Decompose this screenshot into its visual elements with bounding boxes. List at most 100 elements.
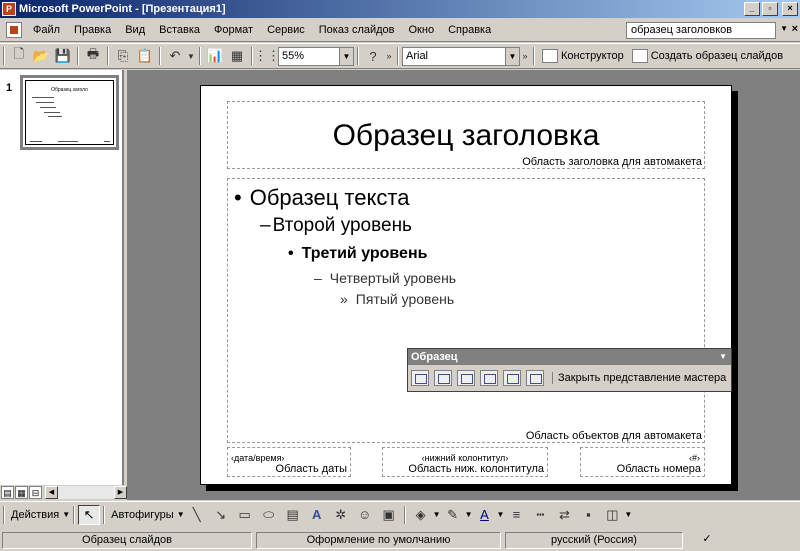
fill-color-icon[interactable]: ◈ [411, 506, 431, 524]
line-color-icon[interactable]: ✎ [443, 506, 463, 524]
font-color-dropdown-icon[interactable]: ▼ [496, 510, 504, 519]
clipart-icon[interactable]: ☺ [355, 506, 375, 524]
spelling-check-icon[interactable]: ✓ [687, 532, 727, 549]
menu-help[interactable]: Справка [441, 24, 498, 36]
help-question-input[interactable]: образец заголовков [626, 22, 776, 39]
slide-thumbnail[interactable]: Образец заголо [20, 75, 119, 150]
font-dropdown-icon[interactable]: ▼ [505, 47, 519, 65]
normal-view-icon[interactable]: ▤ [1, 486, 14, 499]
view-buttons-bar: ▤ ▦ ⊟ ◀ ▶ [0, 485, 127, 500]
picture-icon[interactable]: ▣ [379, 506, 399, 524]
textbox-icon[interactable]: ▤ [283, 506, 303, 524]
copy-icon[interactable]: ⎘ [113, 46, 133, 66]
slide-number-placeholder[interactable]: ‹#› Область номера [580, 447, 705, 477]
arrow-icon[interactable]: ↘ [211, 506, 231, 524]
separator [357, 47, 359, 65]
rectangle-icon[interactable]: ▭ [235, 506, 255, 524]
undo-icon[interactable]: ↶ [165, 46, 185, 66]
insert-table-icon[interactable]: ▦ [227, 46, 247, 66]
menu-file[interactable]: Файл [26, 24, 67, 36]
print-icon[interactable]: 🖶 [83, 46, 103, 66]
oval-icon[interactable]: ⬭ [259, 506, 279, 524]
arrow-style-icon[interactable]: ⇄ [554, 506, 574, 524]
menu-format[interactable]: Формат [207, 24, 260, 36]
text-level-4[interactable]: – Четвертый уровень [314, 270, 456, 286]
menu-edit[interactable]: Правка [67, 24, 118, 36]
autoshapes-menu[interactable]: Автофигуры [111, 509, 174, 521]
body-placeholder[interactable]: • Образец текста – Второй уровень • Третий … [227, 178, 705, 443]
fill-color-dropdown-icon[interactable]: ▼ [433, 510, 441, 519]
text-level-1[interactable]: • Образец текста [234, 185, 409, 211]
undo-dropdown-icon[interactable]: ▼ [187, 46, 195, 66]
slide-title[interactable]: Образец заголовка [228, 119, 704, 153]
create-slide-master-button[interactable]: Создать образец слайдов [631, 49, 783, 63]
actions-dropdown-icon[interactable]: ▼ [62, 510, 70, 519]
menu-slideshow[interactable]: Показ слайдов [312, 24, 402, 36]
scroll-left-icon[interactable]: ◀ [45, 486, 58, 499]
status-design[interactable]: Оформление по умолчанию [256, 531, 501, 549]
toolbar-more-icon[interactable]: » [521, 46, 529, 66]
thumbnail-footer-line [104, 141, 110, 142]
footer-placeholder[interactable]: ‹нижний колонтитул› Область ниж. колонти… [382, 447, 548, 477]
close-button[interactable]: × [782, 2, 798, 16]
line-icon[interactable]: ╲ [187, 506, 207, 524]
date-placeholder[interactable]: ‹дата/время› Область даты [227, 447, 351, 477]
actions-menu[interactable]: Действия [11, 509, 59, 521]
wordart-icon[interactable]: A [307, 506, 327, 524]
text-level-5[interactable]: » Пятый уровень [340, 291, 454, 307]
master-toolbar-title-bar[interactable]: Образец ▼ [408, 349, 731, 365]
font-color-icon[interactable]: A [474, 506, 494, 524]
designer-button[interactable]: Конструктор [542, 49, 624, 63]
toolbar-options-dropdown-icon[interactable]: ▼ [719, 349, 727, 365]
help-dropdown-icon[interactable]: ▼ [780, 24, 788, 33]
menu-view[interactable]: Вид [118, 24, 152, 36]
insert-new-title-master-icon[interactable] [434, 370, 452, 386]
drawing-toolbar: Действия ▼ ↖ Автофигуры ▼ ╲ ↘ ▭ ⬭ ▤ A ✲ … [0, 501, 800, 527]
toolbar-options-dropdown-icon[interactable]: ▼ [624, 510, 632, 519]
save-icon[interactable]: 💾 [53, 46, 73, 66]
menu-window[interactable]: Окно [402, 24, 442, 36]
3d-icon[interactable]: ◫ [602, 506, 622, 524]
number-area-caption: Область номера [616, 463, 701, 475]
font-select[interactable]: Arial ▼ [402, 46, 520, 66]
help-assistant-icon[interactable]: ? [363, 46, 383, 66]
delete-master-icon[interactable] [457, 370, 475, 386]
select-objects-icon[interactable]: ↖ [78, 504, 101, 525]
insert-chart-icon[interactable]: 📊 [205, 46, 225, 66]
dash-style-icon[interactable]: ┅ [530, 506, 550, 524]
restore-button[interactable]: ▫ [762, 2, 778, 16]
title-placeholder[interactable]: Образец заголовка Область заголовка для … [227, 101, 705, 169]
new-icon[interactable]: 🗋 [9, 46, 29, 66]
autoshapes-dropdown-icon[interactable]: ▼ [177, 510, 185, 519]
horizontal-scrollbar[interactable]: ◀ ▶ [45, 486, 127, 499]
insert-new-slide-master-icon[interactable] [411, 370, 429, 386]
shadow-icon[interactable]: ▪ [578, 506, 598, 524]
zoom-select[interactable]: 55% ▼ [278, 46, 354, 66]
menu-tools[interactable]: Сервис [260, 24, 312, 36]
slide-master-canvas[interactable]: Образец заголовка Область заголовка для … [200, 85, 732, 485]
slide-number: 1 [6, 82, 13, 94]
line-color-dropdown-icon[interactable]: ▼ [465, 510, 473, 519]
paste-icon[interactable]: 📋 [135, 46, 155, 66]
preserve-master-icon[interactable] [480, 370, 498, 386]
master-layout-icon[interactable] [526, 370, 544, 386]
toolbar-options-icon[interactable]: » [385, 46, 393, 66]
rename-master-icon[interactable] [503, 370, 521, 386]
close-master-view-button[interactable]: Закрыть представление мастера [552, 372, 726, 384]
powerpoint-app-icon[interactable]: P [2, 2, 16, 16]
scroll-right-icon[interactable]: ▶ [114, 486, 127, 499]
date-area-caption: Область даты [275, 463, 347, 475]
slide-sorter-view-icon[interactable]: ▦ [15, 486, 28, 499]
slideshow-view-icon[interactable]: ⊟ [29, 486, 42, 499]
document-icon[interactable] [6, 22, 22, 38]
menu-insert[interactable]: Вставка [152, 24, 207, 36]
open-icon[interactable]: 📂 [31, 46, 51, 66]
zoom-dropdown-icon[interactable]: ▼ [339, 47, 353, 65]
diagram-icon[interactable]: ✲ [331, 506, 351, 524]
text-level-2[interactable]: – Второй уровень [260, 215, 412, 237]
grid-icon[interactable]: ⋮⋮ [254, 46, 280, 66]
text-level-3[interactable]: • Третий уровень [288, 245, 427, 263]
document-close-icon[interactable]: × [792, 23, 798, 35]
line-style-icon[interactable]: ≡ [506, 506, 526, 524]
minimize-button[interactable]: _ [744, 2, 760, 16]
